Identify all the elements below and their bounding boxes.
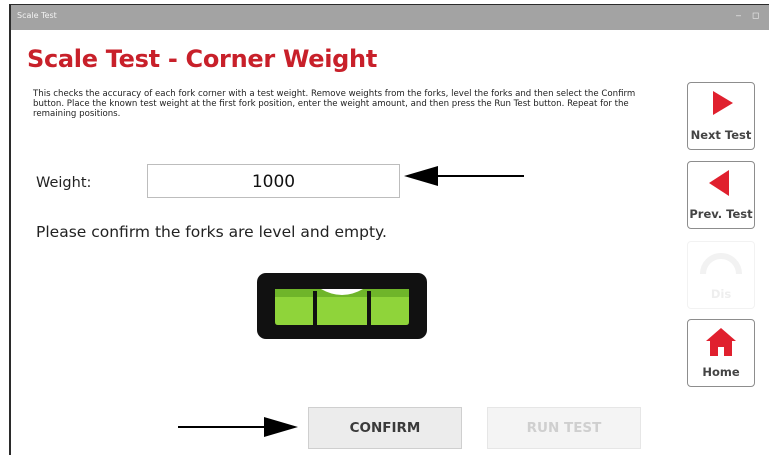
gauge-icon bbox=[688, 250, 754, 281]
maximize-button[interactable]: ◻ bbox=[752, 10, 759, 21]
disabled-button-label: Dis bbox=[710, 287, 732, 301]
window-title: Scale Test bbox=[17, 11, 57, 20]
next-test-button[interactable]: Next Test bbox=[687, 82, 755, 150]
next-test-label: Next Test bbox=[690, 128, 752, 142]
play-left-icon bbox=[688, 170, 754, 201]
home-button[interactable]: Home bbox=[687, 319, 755, 387]
play-right-icon bbox=[688, 91, 754, 120]
weight-label: Weight: bbox=[36, 175, 92, 191]
confirm-button[interactable]: CONFIRM bbox=[308, 407, 462, 449]
disabled-side-button: Dis bbox=[687, 241, 755, 309]
weight-input[interactable]: 1000 bbox=[147, 164, 400, 198]
prev-test-button[interactable]: Prev. Test bbox=[687, 161, 755, 229]
run-test-button[interactable]: RUN TEST bbox=[487, 407, 641, 449]
page-title: Scale Test - Corner Weight bbox=[27, 45, 378, 73]
prev-test-label: Prev. Test bbox=[689, 207, 753, 221]
arrow-right-icon bbox=[178, 417, 298, 437]
arrow-left-icon bbox=[404, 166, 524, 186]
app-window: Scale Test – ◻ Scale Test - Corner Weigh… bbox=[9, 4, 769, 455]
minimize-button[interactable]: – bbox=[736, 10, 741, 20]
spirit-level-icon bbox=[257, 273, 427, 339]
home-icon bbox=[688, 328, 754, 361]
title-bar: Scale Test – ◻ bbox=[11, 5, 769, 30]
confirm-prompt: Please confirm the forks are level and e… bbox=[36, 223, 387, 241]
instructions-text: This checks the accuracy of each fork co… bbox=[33, 89, 636, 119]
home-label: Home bbox=[702, 365, 740, 379]
